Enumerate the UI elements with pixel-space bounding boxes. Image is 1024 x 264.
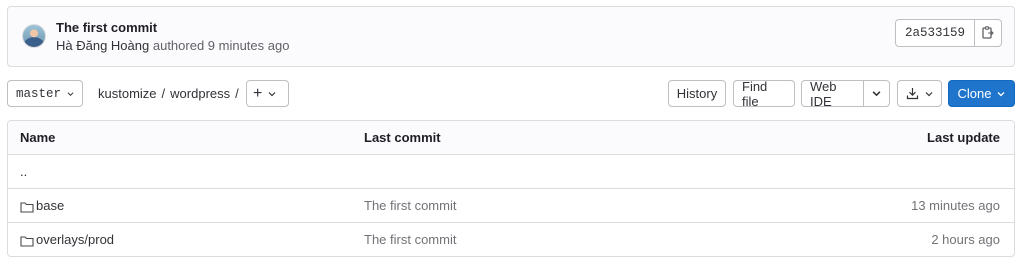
branch-switcher-button[interactable]: master [7, 80, 83, 107]
commit-title[interactable]: The first commit [56, 20, 157, 35]
column-header-last-commit: Last commit [364, 130, 441, 145]
parent-directory-row[interactable]: .. [8, 155, 1014, 189]
clone-label: Clone [957, 86, 992, 101]
download-button[interactable] [897, 80, 942, 107]
breadcrumb-item-wordpress[interactable]: wordpress [170, 86, 230, 101]
table-row[interactable]: overlays/prod The first commit 2 hours a… [8, 223, 1014, 256]
author-avatar[interactable] [22, 24, 46, 48]
commit-time: authored 9 minutes ago [152, 38, 290, 53]
column-header-last-update: Last update [927, 130, 1000, 145]
breadcrumb-item-kustomize[interactable]: kustomize [98, 86, 157, 101]
last-commit-link[interactable]: The first commit [364, 189, 456, 222]
web-ide-button[interactable]: Web IDE [801, 79, 864, 109]
last-update-time: 2 hours ago [931, 232, 1000, 247]
add-to-tree-button[interactable]: + [246, 80, 289, 107]
last-commit-link[interactable]: The first commit [364, 223, 456, 256]
web-ide-dropdown-toggle[interactable] [863, 80, 890, 107]
folder-icon [20, 236, 34, 247]
commit-meta: Hà Đăng Hoàng authored 9 minutes ago [56, 38, 289, 53]
chevron-down-icon [998, 91, 1005, 96]
download-icon [906, 88, 919, 100]
column-header-name: Name [20, 130, 56, 145]
breadcrumb: kustomize / wordpress / [98, 86, 244, 101]
chevron-down-icon [67, 91, 74, 96]
file-tree-table: Name Last commit Last update .. base The… [7, 120, 1015, 257]
table-row[interactable]: base The first commit 13 minutes ago [8, 189, 1014, 223]
last-update-time: 13 minutes ago [911, 198, 1000, 213]
file-name-link[interactable]: overlays/prod [36, 232, 114, 247]
branch-name: master [16, 86, 62, 101]
table-header-row: Name Last commit Last update [8, 121, 1014, 155]
copy-icon [982, 26, 994, 39]
latest-commit-card: The first commit Hà Đăng Hoàng authored … [7, 6, 1015, 67]
history-button[interactable]: History [668, 80, 726, 107]
commit-author[interactable]: Hà Đăng Hoàng [56, 38, 149, 53]
parent-directory-link[interactable]: .. [20, 155, 27, 188]
breadcrumb-separator: / [161, 86, 166, 101]
folder-icon [20, 202, 34, 213]
find-file-button[interactable]: Find file [733, 79, 795, 109]
plus-icon: + [253, 84, 263, 102]
commit-sha[interactable]: 2a533159 [896, 20, 975, 46]
file-name-cell: base [20, 189, 64, 222]
file-name-cell: overlays/prod [20, 223, 114, 256]
chevron-down-icon [268, 91, 276, 96]
commit-sha-group: 2a533159 [894, 19, 1002, 47]
chevron-down-icon [872, 91, 881, 97]
chevron-down-icon [925, 91, 933, 96]
file-name-link[interactable]: base [36, 198, 64, 213]
clone-button[interactable]: Clone [948, 80, 1015, 107]
breadcrumb-separator: / [235, 86, 239, 101]
copy-sha-button[interactable] [975, 20, 1001, 46]
